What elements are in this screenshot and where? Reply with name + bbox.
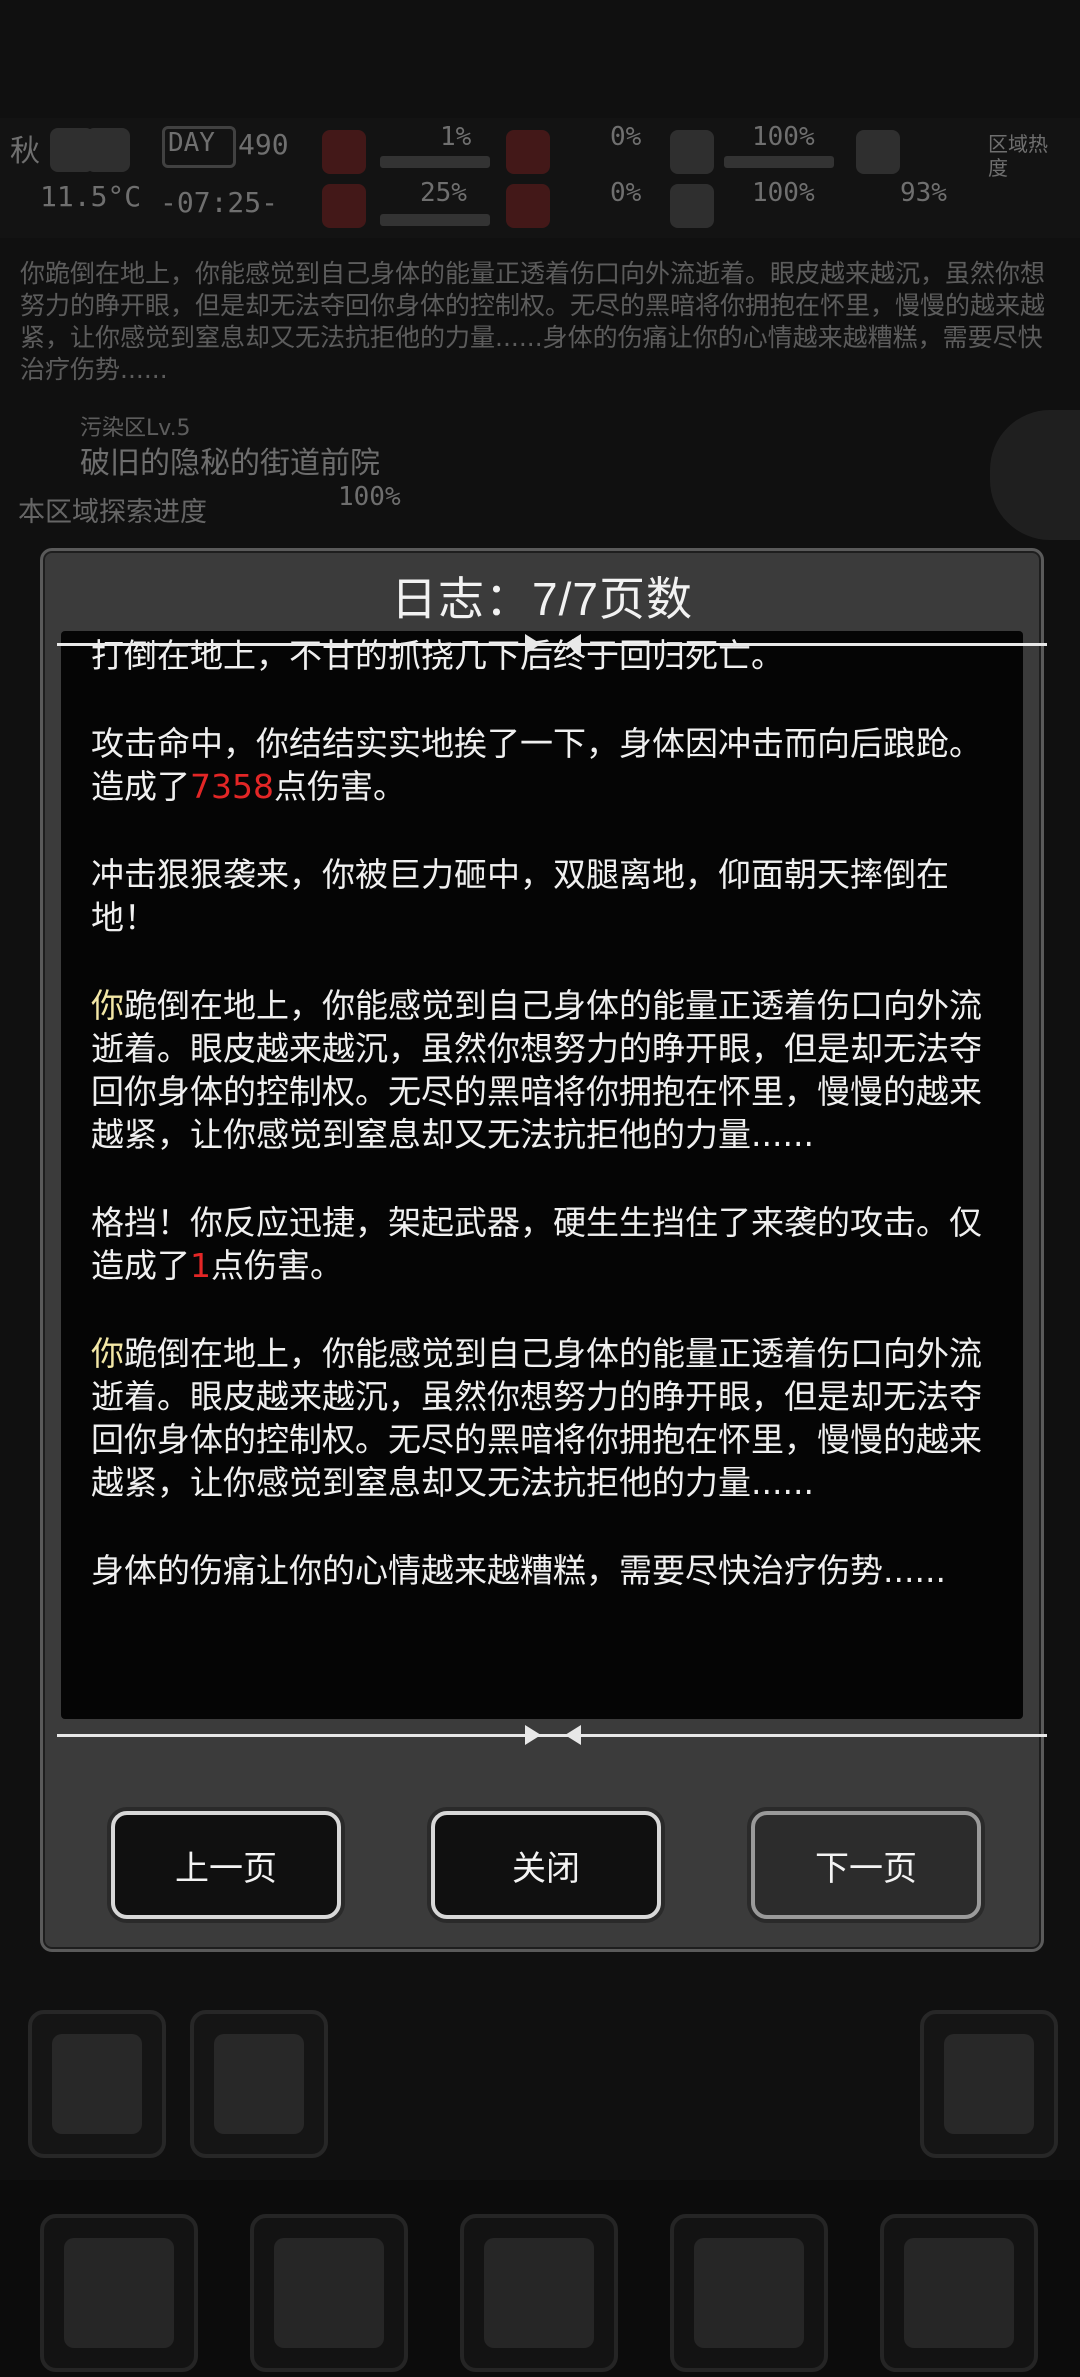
log-entry: 你跪倒在地上，你能感觉到自己身体的能量正透着伤口向外流逝着。眼皮越来越沉，虽然你…: [91, 986, 982, 1154]
next-page-button[interactable]: 下一页: [751, 1811, 981, 1919]
log-entry: 冲击狠狠袭来，你被巨力砸中，双腿离地，仰面朝天摔倒在地！: [91, 855, 949, 937]
blood-icon: [322, 184, 366, 228]
status-hud: 秋 11.5°C DAY 490 -07:25- 1% 25% 0% 0% 10…: [0, 118, 1080, 238]
brain-icon[interactable]: [250, 2214, 408, 2372]
stat-4-bar: [380, 214, 490, 226]
top-divider: [57, 634, 1047, 654]
menu-list-icon[interactable]: [880, 2214, 1038, 2372]
combat-icon[interactable]: [920, 2010, 1058, 2158]
stat-1: 1%: [440, 122, 472, 152]
damage-number: 1: [190, 1246, 211, 1285]
stat-7: 93%: [900, 178, 947, 208]
temperature-text: 11.5°C: [40, 180, 142, 213]
log-entry: 格挡！你反应迅捷，架起武器，硬生生挡住了来袭的攻击。仅造成了1点伤害。: [91, 1203, 982, 1285]
log-dialog: 日志：7/7页数 你挣扎地仰起身体，但是你已经被打得半死，不能动弹……被打倒在地…: [40, 548, 1047, 1952]
day-value: 490: [238, 128, 289, 161]
clock-text: -07:25-: [160, 186, 279, 219]
meat-icon: [506, 130, 550, 174]
close-button[interactable]: 关闭: [431, 1811, 661, 1919]
season-label: 秋: [10, 134, 40, 169]
stat-5: 0%: [610, 178, 642, 208]
drop-icon: [506, 184, 550, 228]
dialog-title: 日志：7/7页数: [391, 573, 693, 625]
stat-2: 0%: [610, 122, 642, 152]
stat-3-bar: [724, 156, 834, 168]
log-entry: 你挣扎地仰起身体，但是你已经被打得半死，不能动弹……被打倒在地上，不甘的抓挠几下…: [91, 631, 982, 675]
prev-page-button[interactable]: 上一页: [111, 1811, 341, 1919]
area-progress-label: 本区域探索进度: [18, 497, 207, 528]
notes-icon[interactable]: [460, 2214, 618, 2372]
damage-number: 7358: [190, 767, 274, 806]
boot-icon: [856, 130, 900, 174]
log-entry: 攻击命中，你结结实实地挨了一下，身体因冲击而向后踉跄。造成了7358点伤害。: [91, 724, 982, 806]
next-area-button[interactable]: [990, 410, 1080, 540]
log-entries: 你挣扎地仰起身体，但是你已经被打得半死，不能动弹……被打倒在地上，不甘的抓挠几下…: [91, 631, 1011, 1637]
log-panel[interactable]: 你挣扎地仰起身体，但是你已经被打得半死，不能动弹……被打倒在地上，不甘的抓挠几下…: [61, 631, 1023, 1719]
day-label: DAY: [168, 128, 215, 158]
background-message: 你跪倒在地上，你能感觉到自己身体的能量正透着伤口向外流逝着。眼皮越来越沉，虽然你…: [20, 259, 1046, 384]
stat-6: 100%: [752, 178, 815, 208]
backpack-icon[interactable]: [40, 2214, 198, 2372]
log-entry: 你跪倒在地上，你能感觉到自己身体的能量正透着伤口向外流逝着。眼皮越来越沉，虽然你…: [91, 1334, 982, 1502]
tap-action-icon[interactable]: [28, 2010, 166, 2158]
walk-icon[interactable]: [190, 2010, 328, 2158]
log-entry: 身体的伤痛让你的心情越来越糟糕，需要尽快治疗伤势......: [91, 1551, 946, 1590]
stat-1-bar: [380, 156, 490, 168]
health-icon: [322, 130, 366, 174]
shop-cart-icon[interactable]: [670, 2214, 828, 2372]
bottom-toolbar: [0, 2180, 1080, 2377]
stat-3: 100%: [752, 122, 815, 152]
cloud-icon: [86, 128, 130, 172]
mood-icon: [670, 130, 714, 174]
bottom-divider: [57, 1725, 1047, 1745]
heart-icon: [670, 184, 714, 228]
area-progress-value: 100%: [338, 482, 401, 512]
area-heat-label: 区域热度: [988, 132, 1048, 180]
stat-4: 25%: [420, 178, 467, 208]
area-name: 破旧的隐秘的街道前院: [80, 446, 380, 481]
area-info: 污染区Lv.5 破旧的隐秘的街道前院 本区域探索进度 100%: [18, 410, 458, 540]
